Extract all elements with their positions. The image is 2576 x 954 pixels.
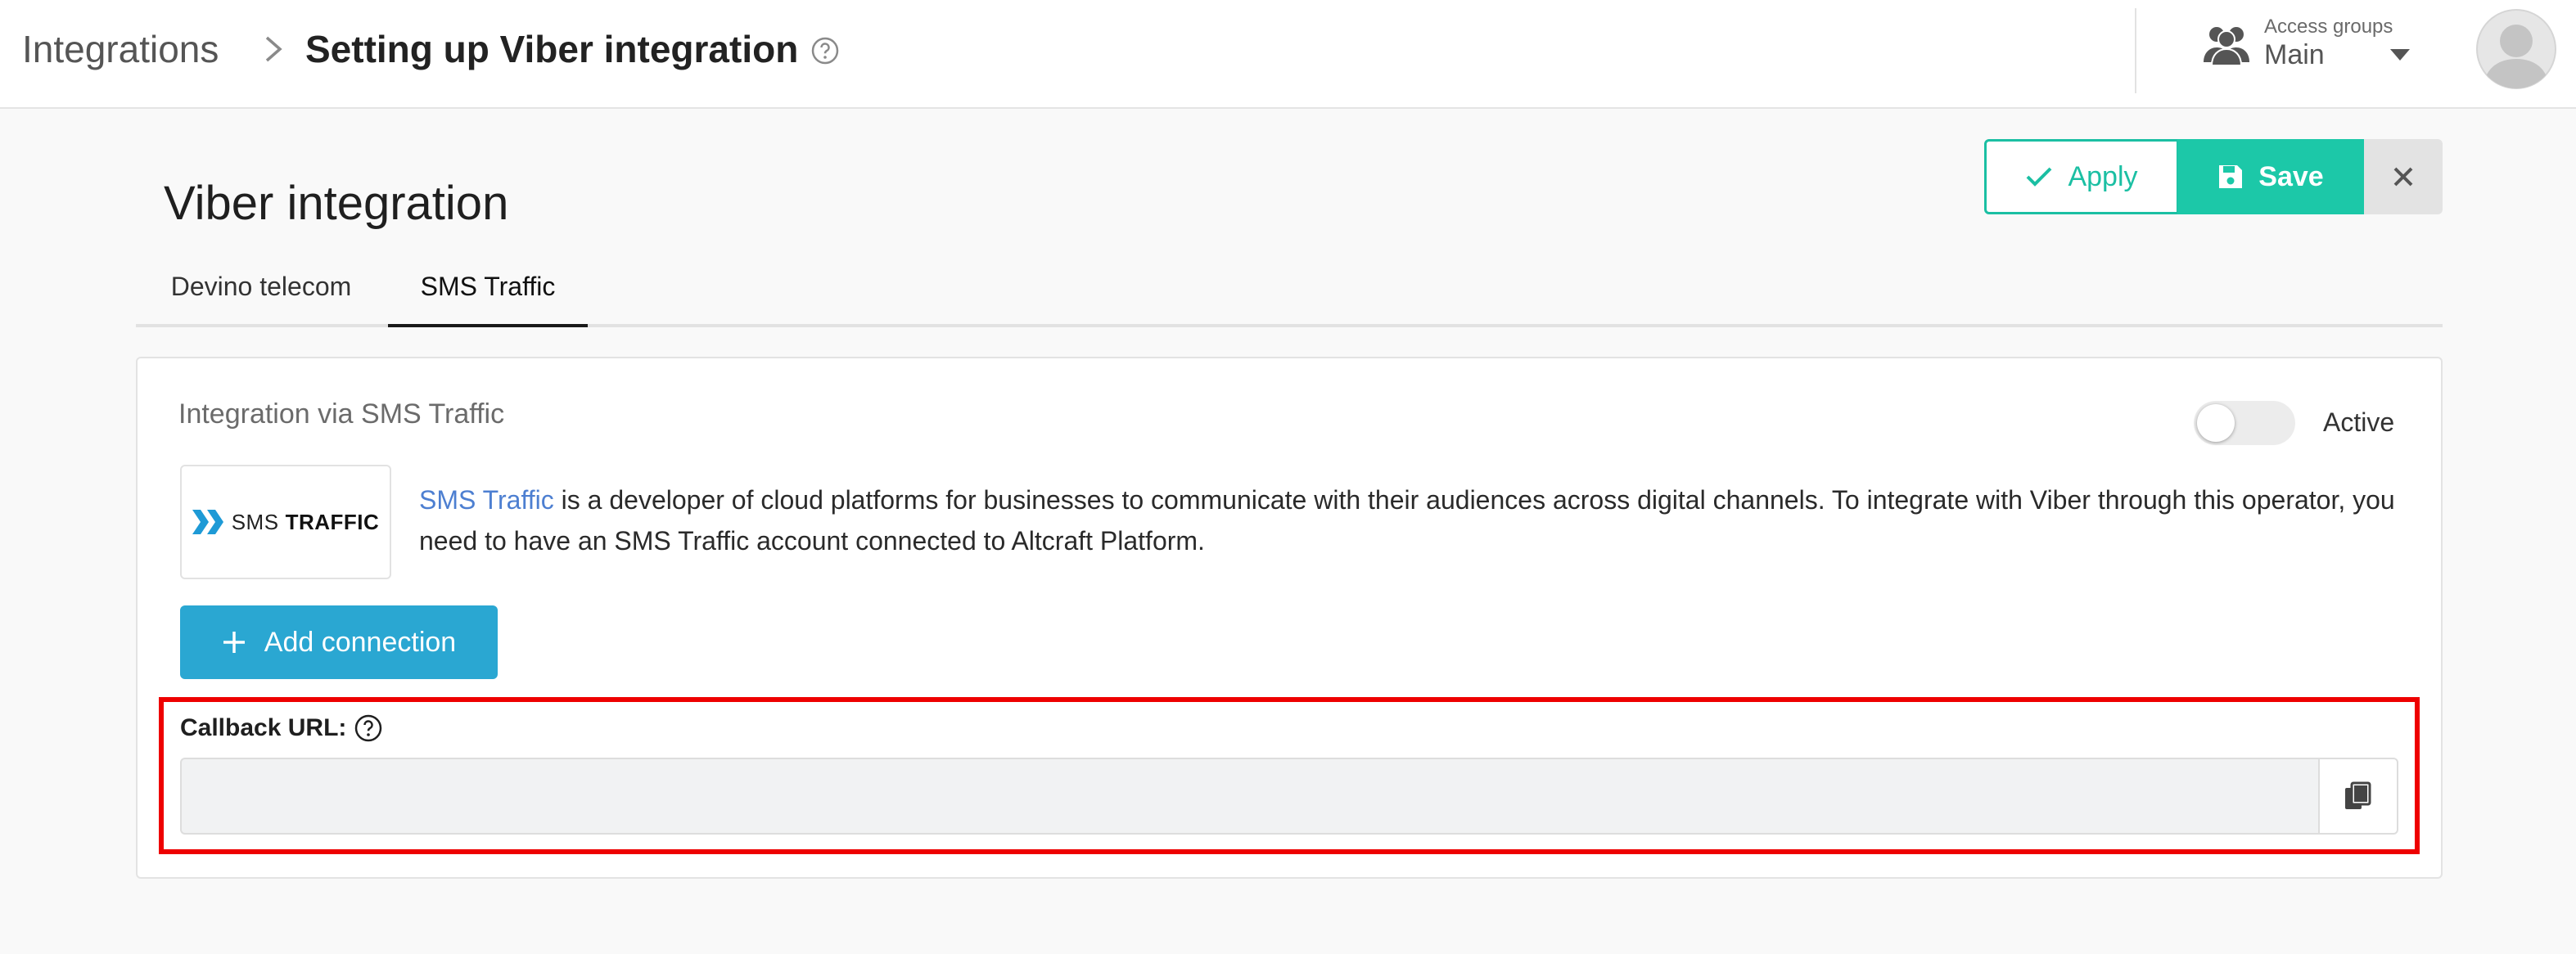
apply-button[interactable]: Apply	[1984, 139, 2179, 214]
top-header: Integrations Setting up Viber integratio…	[0, 0, 2576, 109]
user-avatar-icon[interactable]	[2475, 8, 2557, 90]
page-title: Viber integration	[164, 177, 509, 230]
sms-traffic-link[interactable]: SMS Traffic	[419, 485, 554, 515]
help-circle-icon[interactable]	[810, 36, 840, 65]
tab-sms-traffic[interactable]: SMS Traffic	[388, 263, 588, 327]
toggle-knob	[2197, 404, 2235, 442]
header-divider	[2135, 8, 2136, 93]
apply-button-label: Apply	[2068, 160, 2138, 192]
active-toggle[interactable]	[2194, 401, 2295, 445]
logo-text-sms: SMS	[231, 509, 279, 534]
help-circle-icon[interactable]	[354, 713, 383, 743]
chevron-right-icon	[265, 36, 282, 62]
integration-description: SMS Traffic is a developer of cloud plat…	[419, 479, 2400, 561]
access-groups-label: Access groups	[2264, 16, 2393, 38]
add-connection-label: Add connection	[264, 626, 457, 658]
close-icon	[2393, 167, 2413, 187]
breadcrumb-integrations[interactable]: Integrations	[22, 25, 219, 74]
check-icon	[2027, 167, 2052, 187]
callback-url-input[interactable]	[180, 758, 2320, 835]
sms-traffic-logo-icon	[192, 510, 223, 534]
save-button-label: Save	[2258, 160, 2324, 192]
logo-text-traffic: TRAFFIC	[285, 509, 380, 534]
users-icon	[2204, 27, 2249, 66]
plus-icon	[223, 632, 245, 653]
caret-down-icon[interactable]	[2389, 46, 2411, 64]
floppy-disk-icon	[2219, 165, 2243, 188]
callback-url-label: Callback URL:	[180, 714, 347, 741]
breadcrumb-current: Setting up Viber integration	[305, 28, 799, 70]
access-groups-value[interactable]: Main	[2264, 38, 2325, 72]
active-toggle-label: Active	[2323, 407, 2395, 437]
copy-icon	[2345, 781, 2371, 809]
description-text: is a developer of cloud platforms for bu…	[419, 485, 2395, 556]
save-button[interactable]: Save	[2177, 139, 2364, 214]
tab-devino-telecom[interactable]: Devino telecom	[152, 263, 370, 327]
sms-traffic-logo: SMS TRAFFIC	[180, 465, 391, 579]
card-heading: Integration via SMS Traffic	[178, 398, 505, 430]
copy-button[interactable]	[2318, 758, 2398, 835]
close-button[interactable]	[2364, 139, 2443, 214]
add-connection-button[interactable]: Add connection	[180, 605, 498, 679]
